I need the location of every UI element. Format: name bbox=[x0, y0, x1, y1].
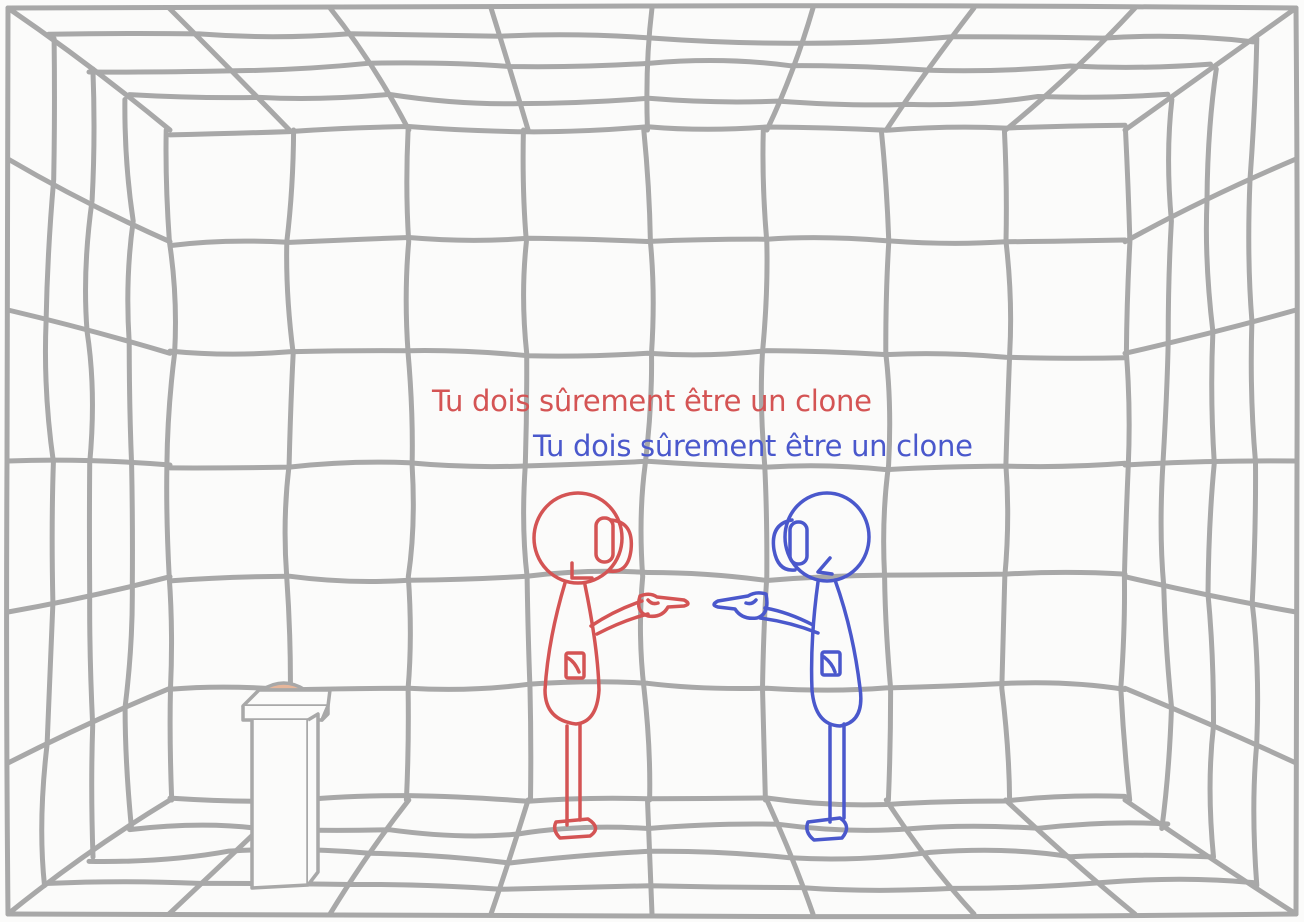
blue-dialogue-text: Tu dois sûrement être un clone bbox=[533, 429, 973, 463]
room-corner-top-left bbox=[5, 5, 173, 133]
red-dialogue-text: Tu dois sûrement être un clone bbox=[432, 384, 872, 418]
floor-seam bbox=[488, 797, 531, 917]
ceiling-seam bbox=[327, 5, 412, 133]
back-wall-hline bbox=[167, 568, 1128, 584]
ceiling-seam bbox=[764, 5, 816, 133]
back-wall-vline bbox=[637, 127, 656, 803]
back-wall-hline bbox=[167, 235, 1128, 249]
back-wall-hline bbox=[167, 348, 1128, 361]
back-wall-vline bbox=[878, 127, 894, 803]
button-pedestal bbox=[241, 681, 332, 890]
red-stick-figure bbox=[532, 491, 690, 840]
ceiling-seam bbox=[644, 5, 655, 133]
blue-stick-figure bbox=[712, 491, 871, 842]
floor-seam bbox=[327, 797, 412, 917]
left-wall-seam bbox=[5, 685, 173, 766]
right-wall-seam bbox=[1122, 156, 1299, 245]
floor-seam bbox=[645, 797, 655, 917]
room-corner-bottom-left bbox=[5, 797, 173, 917]
right-wall-seam bbox=[1122, 458, 1299, 468]
